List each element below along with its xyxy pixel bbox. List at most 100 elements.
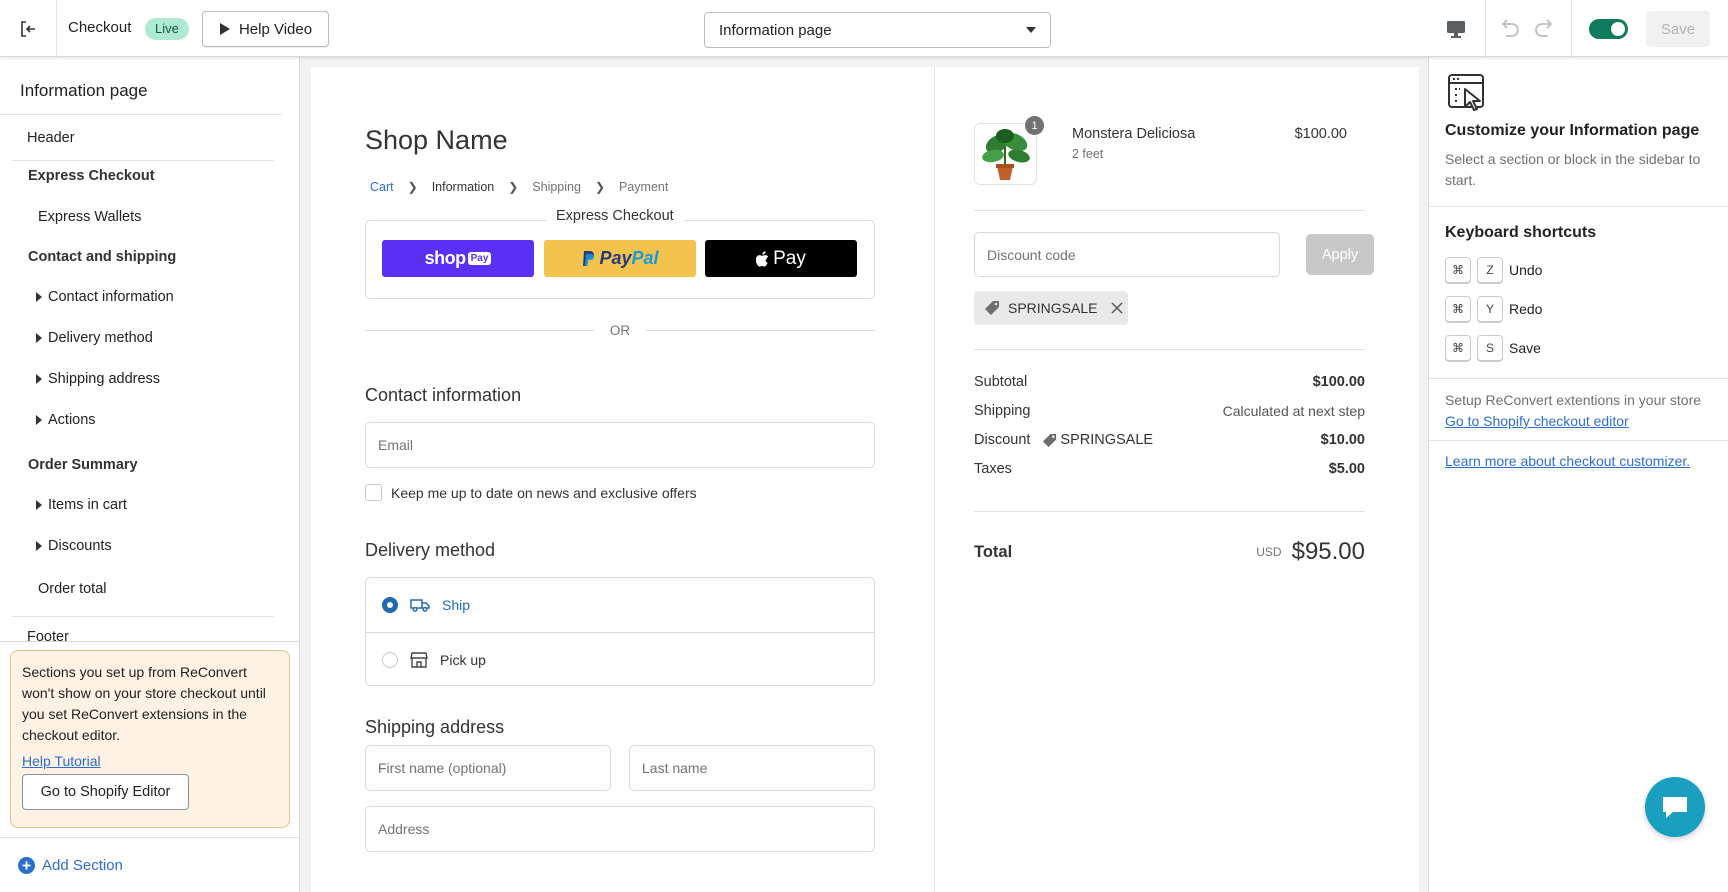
or-divider: OR — [365, 321, 875, 341]
taxes-label: Taxes — [974, 461, 1012, 477]
discount-label: Discount — [974, 432, 1031, 448]
sidebar-item-label: Order total — [38, 581, 107, 597]
sidebar-item-label: Delivery method — [48, 330, 153, 346]
sidebar-item-order-total[interactable]: Order total — [38, 581, 107, 597]
shipping-row: Shipping Calculated at next step — [974, 403, 1365, 419]
redo-button[interactable] — [1530, 14, 1560, 44]
live-toggle[interactable] — [1589, 19, 1628, 39]
sidebar-item-order-summary[interactable]: Order Summary — [28, 457, 138, 473]
delivery-heading: Delivery method — [365, 540, 496, 560]
close-icon[interactable] — [1111, 302, 1124, 314]
apply-button[interactable]: Apply — [1306, 234, 1374, 275]
expand-arrow-icon — [36, 500, 42, 510]
shopify-checkout-editor-link[interactable]: Go to Shopify checkout editor — [1445, 413, 1629, 429]
divider — [12, 616, 274, 617]
product-variant: 2 feet — [1072, 147, 1104, 161]
last-name-field[interactable]: Last name — [629, 745, 875, 791]
delivery-option-ship[interactable]: Ship — [366, 578, 874, 632]
live-badge: Live — [145, 18, 189, 40]
breadcrumb: Cart ❯ Information ❯ Shipping ❯ Payment — [370, 180, 682, 194]
setup-text: Setup ReConvert extentions in your store — [1445, 392, 1702, 408]
breadcrumb-payment: Payment — [619, 180, 669, 194]
quantity-badge: 1 — [1025, 116, 1044, 135]
top-bar: Checkout Live Help Video Information pag… — [0, 0, 1728, 57]
paypal-button[interactable]: Pay Pal — [544, 240, 696, 277]
delivery-option-pickup[interactable]: Pick up — [366, 633, 874, 687]
sidebar-item-footer[interactable]: Footer — [27, 629, 69, 641]
exit-button[interactable] — [0, 0, 57, 57]
learn-more-link[interactable]: Learn more about checkout customizer. — [1445, 453, 1690, 469]
shop-pay-button[interactable]: shop Pay — [382, 240, 534, 277]
expand-arrow-icon — [36, 333, 42, 343]
total-amount: $95.00 — [1291, 538, 1365, 565]
sidebar-item-express-checkout[interactable]: Express Checkout — [28, 168, 155, 184]
command-key: ⌘ — [1445, 335, 1471, 361]
sidebar-item-contact-information[interactable]: Contact information — [36, 289, 174, 305]
discount-code-field[interactable]: Discount code — [974, 232, 1280, 277]
shop-pay-tag: Pay — [467, 252, 492, 265]
preview-canvas: Shop Name Cart ❯ Information ❯ Shipping … — [300, 57, 1428, 892]
discount-code: SPRINGSALE — [1060, 432, 1154, 448]
tag-icon — [985, 301, 999, 315]
sidebar-title: Information page — [20, 81, 148, 100]
shortcuts-heading: Keyboard shortcuts — [1445, 224, 1597, 241]
taxes-value: $5.00 — [1328, 461, 1365, 477]
undo-button[interactable] — [1494, 14, 1524, 44]
sidebar-item-label: Contact and shipping — [28, 249, 177, 265]
panel-title: Customize your Information page — [1445, 122, 1700, 139]
applied-discount-chip: SPRINGSALE — [974, 291, 1128, 325]
page-select[interactable]: Information page — [704, 12, 1051, 48]
sidebar-item-actions[interactable]: Actions — [36, 412, 96, 428]
email-field[interactable]: Email — [365, 422, 875, 468]
help-panel: Customize your Information page Select a… — [1428, 57, 1728, 892]
breadcrumb-information: Information — [431, 180, 495, 194]
sidebar-item-label: Footer — [27, 629, 69, 641]
help-video-label: Help Video — [238, 20, 313, 38]
add-section-button[interactable]: Add Section — [0, 837, 300, 892]
divider — [1429, 378, 1728, 379]
address-field[interactable]: Address — [365, 806, 875, 852]
save-button[interactable]: Save — [1646, 11, 1710, 47]
help-tutorial-link[interactable]: Help Tutorial — [22, 753, 278, 769]
tag-icon — [1043, 433, 1057, 447]
sidebar-item-express-wallets[interactable]: Express Wallets — [38, 209, 141, 225]
shipping-heading: Shipping address — [365, 717, 505, 737]
store-icon — [410, 652, 428, 668]
newsletter-checkbox-row[interactable]: Keep me up to date on news and exclusive… — [365, 484, 697, 501]
sidebar-item-items-in-cart[interactable]: Items in cart — [36, 497, 127, 513]
cursor-select-icon — [1447, 73, 1487, 120]
divider — [12, 160, 274, 161]
radio-ship[interactable] — [382, 597, 398, 613]
chat-button[interactable] — [1645, 777, 1705, 837]
undo-icon — [1501, 19, 1519, 37]
go-to-shopify-editor-button[interactable]: Go to Shopify Editor — [22, 774, 189, 810]
divider — [0, 641, 300, 642]
apple-pay-button[interactable]: Pay — [705, 240, 857, 277]
toggle-knob — [1611, 22, 1625, 36]
page-select-value: Information page — [719, 21, 832, 39]
command-key: ⌘ — [1445, 296, 1471, 322]
shortcut-label: Undo — [1509, 262, 1543, 278]
sidebar-item-delivery-method[interactable]: Delivery method — [36, 330, 153, 346]
discount-row: Discount SPRINGSALE $10.00 — [974, 432, 1365, 448]
setup-text-block: Setup ReConvert extentions in your store… — [1445, 390, 1715, 432]
checkout-main-column: Shop Name Cart ❯ Information ❯ Shipping … — [311, 67, 935, 892]
delivery-option-label: Pick up — [440, 652, 486, 668]
apple-icon — [756, 250, 769, 267]
sidebar-item-discounts[interactable]: Discounts — [36, 538, 112, 554]
shortcut-save: ⌘ S Save — [1445, 335, 1541, 361]
chevron-right-icon: ❯ — [594, 180, 605, 194]
help-video-button[interactable]: Help Video — [202, 11, 329, 47]
breadcrumb-cart[interactable]: Cart — [370, 180, 394, 194]
sidebar-item-shipping-address[interactable]: Shipping address — [36, 371, 160, 387]
delivery-option-label: Ship — [442, 597, 471, 613]
expand-arrow-icon — [36, 415, 42, 425]
first-name-field[interactable]: First name (optional) — [365, 745, 611, 791]
radio-pickup[interactable] — [382, 652, 398, 668]
sidebar-item-contact-and-shipping[interactable]: Contact and shipping — [28, 249, 176, 265]
sidebar-item-label: Items in cart — [48, 497, 127, 513]
newsletter-checkbox[interactable] — [365, 484, 382, 501]
play-icon — [219, 23, 230, 35]
desktop-view-button[interactable] — [1441, 14, 1471, 44]
sidebar-item-header[interactable]: Header — [27, 130, 75, 146]
